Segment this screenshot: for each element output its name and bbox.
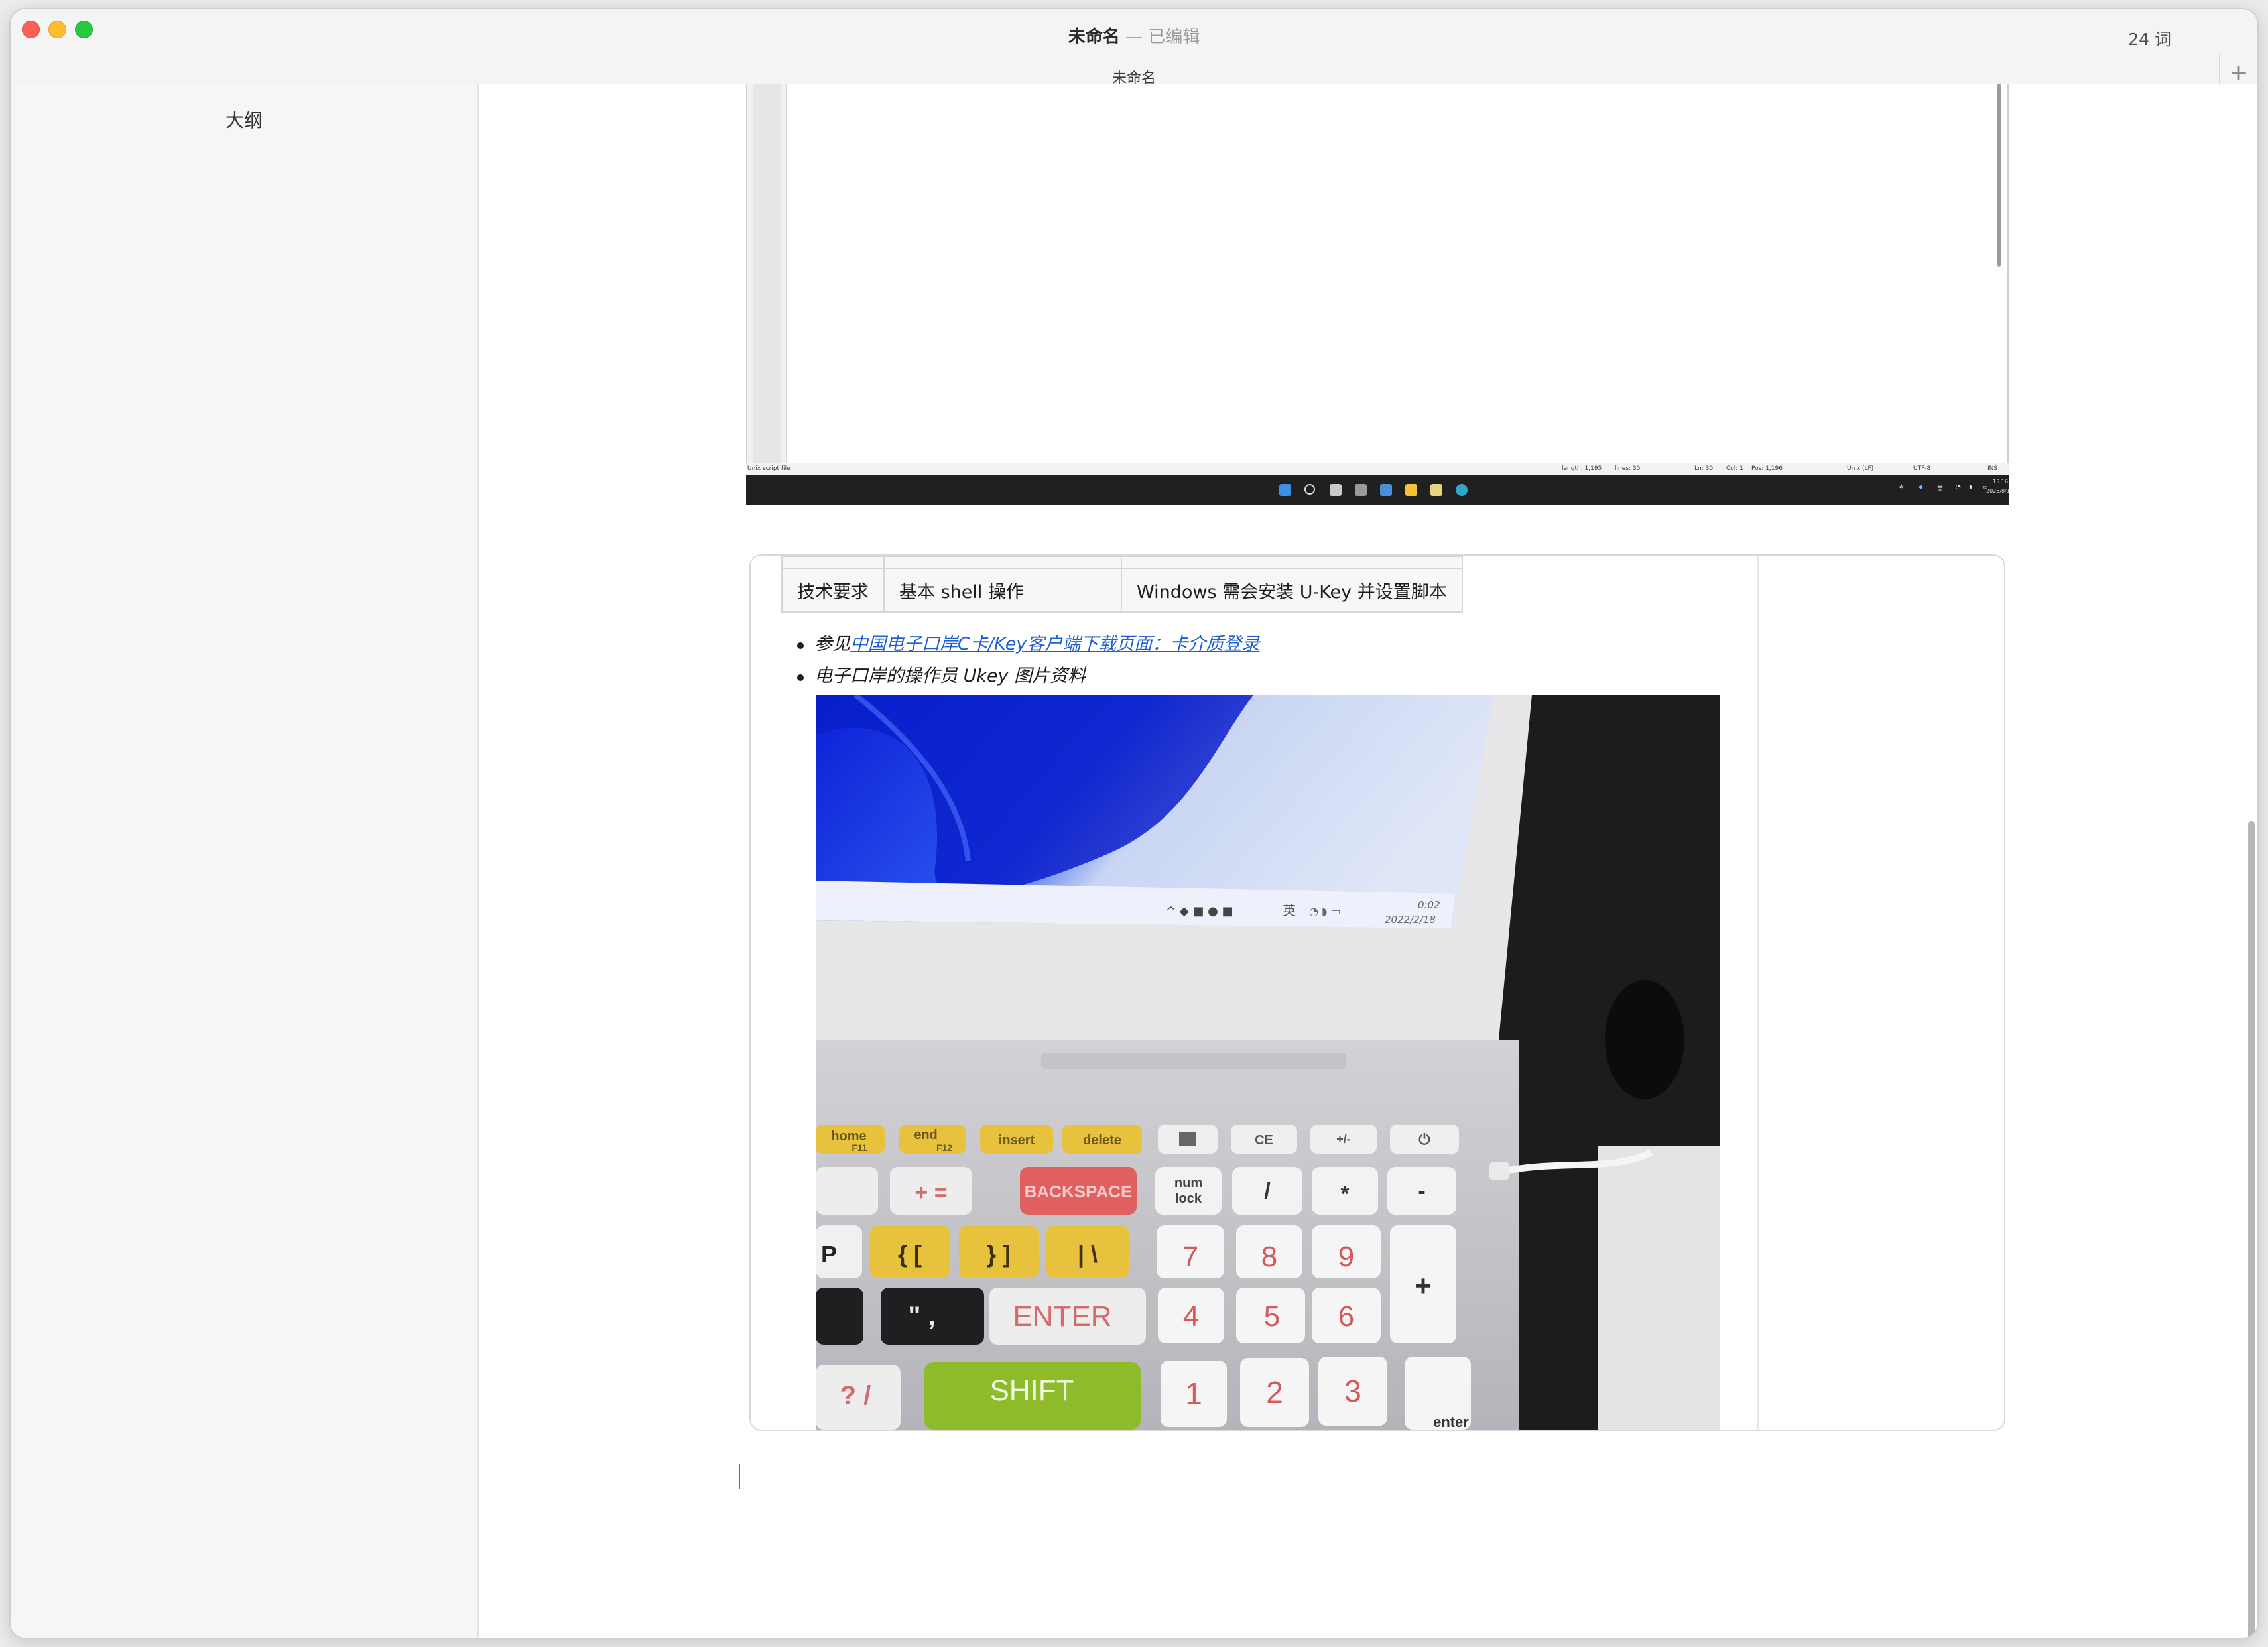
key-3: 3 bbox=[1344, 1374, 1361, 1408]
list-item: 参见中国电子口岸C卡/Key客户端下载页面：卡介质登录 bbox=[797, 630, 1259, 662]
note-prefix: 参见 bbox=[814, 634, 850, 654]
tray-date: 2025/8/1 bbox=[1986, 488, 2010, 494]
screenshot-line-gutter bbox=[747, 84, 787, 463]
screenshot-editor-area bbox=[746, 84, 2009, 464]
key-slash: / bbox=[1264, 1179, 1271, 1204]
key-p: P bbox=[821, 1241, 837, 1268]
status-mode: INS bbox=[1987, 465, 1998, 472]
app-window: 未命名 — 已编辑 24 词 未命名 + 大纲 Unix script file… bbox=[11, 9, 2257, 1638]
key-insert: insert bbox=[999, 1133, 1035, 1148]
screen-date: 2022/2/18 bbox=[1385, 914, 1436, 926]
edge-browser-icon bbox=[1456, 484, 1468, 496]
key-minus: - bbox=[1418, 1179, 1425, 1204]
laptop-photo-illustration: ^ ◆ ■ ● ■ 英 ◔ ◗ ▭ 0:02 2022/2/18 home F1… bbox=[816, 695, 1720, 1430]
notepad-icon bbox=[1430, 484, 1442, 496]
document-name: 未命名 bbox=[1068, 27, 1120, 47]
ukey-photo[interactable]: ^ ◆ ■ ● ■ 英 ◔ ◗ ▭ 0:02 2022/2/18 home F1… bbox=[816, 695, 1720, 1430]
requirements-table: 技术要求 基本 shell 操作 Windows 需会安装 U-Key 并设置脚… bbox=[781, 556, 1463, 613]
tray-network-icon: ♣ bbox=[1899, 484, 1905, 491]
status-pos: Pos: 1,196 bbox=[1751, 465, 1783, 472]
key-shift: SHIFT bbox=[989, 1374, 1074, 1407]
tray-volume-icon: ◗ bbox=[1969, 484, 1972, 491]
key-question: ? / bbox=[840, 1381, 871, 1410]
app-icon bbox=[1380, 484, 1392, 496]
screen-status-icons: ◔ ◗ ▭ bbox=[1309, 905, 1341, 918]
widgets-icon bbox=[1355, 484, 1367, 496]
text-cursor bbox=[739, 1464, 740, 1489]
windows-start-icon bbox=[1279, 484, 1291, 496]
key-2: 2 bbox=[1266, 1375, 1283, 1410]
key-end: end bbox=[914, 1128, 938, 1142]
embedded-screenshot-image[interactable]: Unix script file length: 1,195 lines: 30… bbox=[746, 84, 2010, 507]
status-length: length: 1,195 bbox=[1562, 465, 1602, 472]
key-plus: + bbox=[1415, 1270, 1432, 1302]
tray-language: 英 bbox=[1937, 486, 1944, 493]
table-cell: Windows 需会安装 U-Key 并设置脚本 bbox=[1121, 568, 1463, 613]
power-icon: ⏻ bbox=[1418, 1131, 1430, 1148]
screenshot-taskbar: ♣ ◆ 英 ◔ ◗ ▭ 15:16 2025/8/1 bbox=[746, 475, 2010, 505]
status-col: Col: 1 bbox=[1726, 465, 1743, 472]
file-explorer-icon bbox=[1405, 484, 1417, 496]
outline-heading: 大纲 bbox=[225, 109, 263, 131]
key-5: 5 bbox=[1264, 1300, 1280, 1333]
title-separator: — bbox=[1125, 27, 1143, 47]
screen-tray-icons: ^ ◆ ■ ● ■ bbox=[1166, 904, 1233, 918]
calculator-icon bbox=[1179, 1132, 1196, 1146]
editor-content[interactable]: Unix script file length: 1,195 lines: 30… bbox=[479, 84, 2257, 1638]
key-star: * bbox=[1340, 1182, 1350, 1207]
table-row: 技术要求 基本 shell 操作 Windows 需会安装 U-Key 并设置脚… bbox=[781, 568, 1463, 613]
key-delete: delete bbox=[1083, 1133, 1121, 1148]
tray-bluetooth-icon: ◆ bbox=[1919, 484, 1923, 491]
key-6: 6 bbox=[1338, 1300, 1354, 1333]
screenshot-scrollbar bbox=[1997, 84, 2001, 267]
search-icon bbox=[1304, 484, 1315, 495]
screen-time: 0:02 bbox=[1418, 899, 1440, 911]
download-page-link[interactable]: 中国电子口岸C卡/Key客户端下载页面：卡介质登录 bbox=[850, 634, 1259, 654]
key-numpad-enter: enter bbox=[1433, 1414, 1469, 1430]
key-9: 9 bbox=[1338, 1241, 1354, 1273]
task-view-icon bbox=[1330, 484, 1342, 496]
key-7: 7 bbox=[1182, 1241, 1198, 1273]
key-1: 1 bbox=[1185, 1376, 1202, 1411]
key-plus-minus: +/- bbox=[1336, 1132, 1351, 1146]
tray-wifi-icon: ◔ bbox=[1956, 484, 1961, 491]
key-ce: CE bbox=[1255, 1133, 1273, 1148]
key-4: 4 bbox=[1183, 1300, 1199, 1333]
status-encoding: UTF-8 bbox=[1913, 465, 1931, 472]
key-f12: F12 bbox=[936, 1142, 952, 1153]
screen-language: 英 bbox=[1283, 902, 1296, 918]
key-home: home bbox=[831, 1129, 866, 1144]
card-divider bbox=[1757, 556, 1759, 1430]
title-bar: 未命名 — 已编辑 24 词 未命名 + bbox=[11, 9, 2257, 91]
outline-sidebar: 大纲 bbox=[11, 84, 479, 1638]
status-eol: Unix (LF) bbox=[1847, 465, 1874, 472]
key-right-bracket: } ] bbox=[987, 1241, 1011, 1268]
status-lines: lines: 30 bbox=[1615, 465, 1641, 472]
table-cell: 技术要求 bbox=[781, 568, 885, 613]
key-enter: ENTER bbox=[1013, 1300, 1111, 1333]
key-left-bracket: { [ bbox=[898, 1241, 922, 1268]
key-backslash: | \ bbox=[1078, 1241, 1098, 1268]
status-file-type: Unix script file bbox=[747, 465, 790, 472]
edit-state: 已编辑 bbox=[1148, 27, 1200, 47]
screenshot-status-bar: Unix script file length: 1,195 lines: 30… bbox=[746, 463, 2009, 475]
window-title: 未命名 — 已编辑 bbox=[11, 27, 2257, 48]
key-f11: F11 bbox=[851, 1142, 867, 1153]
key-quote: " , bbox=[908, 1302, 935, 1331]
tray-time: 15:16 bbox=[1993, 479, 2009, 485]
list-item: 电子口岸的操作员 Ukey 图片资料 bbox=[797, 662, 1259, 694]
key-backspace: BACKSPACE bbox=[1025, 1182, 1133, 1201]
key-numlock-bottom: lock bbox=[1175, 1191, 1202, 1206]
notes-list: 参见中国电子口岸C卡/Key客户端下载页面：卡介质登录 电子口岸的操作员 Uke… bbox=[797, 630, 1259, 694]
key-8: 8 bbox=[1261, 1241, 1277, 1273]
embedded-document-card[interactable]: 技术要求 基本 shell 操作 Windows 需会安装 U-Key 并设置脚… bbox=[749, 554, 2005, 1431]
table-cell: 基本 shell 操作 bbox=[883, 568, 1122, 613]
status-ln: Ln: 30 bbox=[1694, 465, 1714, 472]
key-numlock-top: num bbox=[1174, 1176, 1202, 1190]
word-count[interactable]: 24 词 bbox=[2128, 27, 2171, 50]
editor-scrollbar[interactable] bbox=[2248, 821, 2255, 1638]
key-equals: + = bbox=[914, 1180, 947, 1205]
